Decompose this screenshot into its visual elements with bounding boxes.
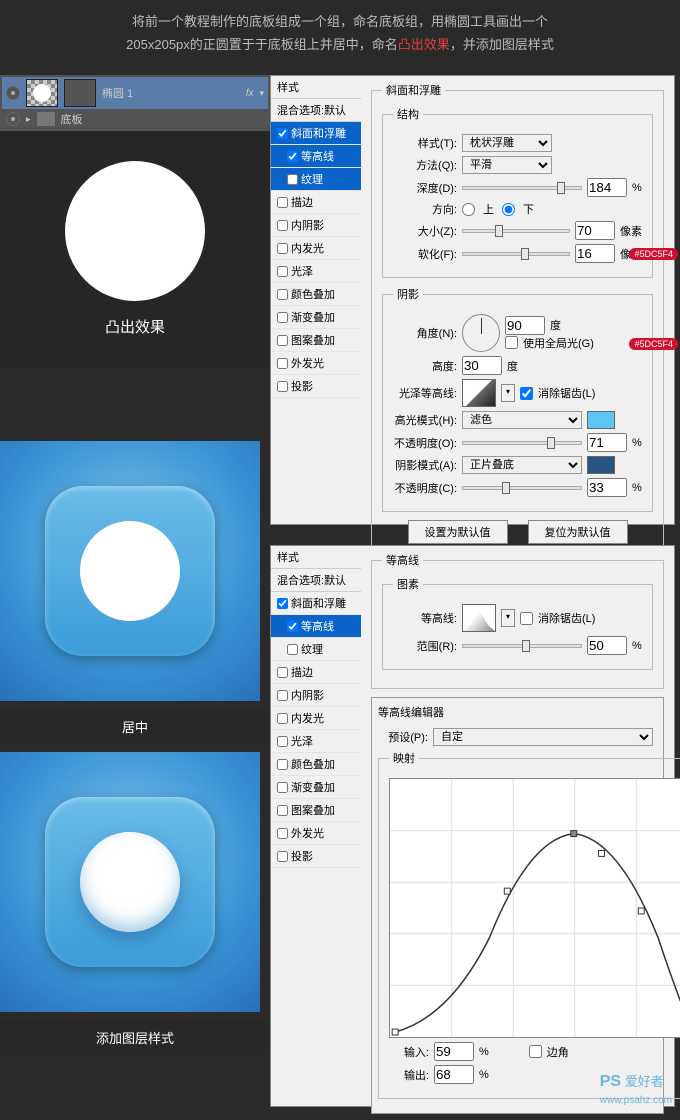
curve-editor[interactable] (389, 778, 680, 1038)
style-outer-glow[interactable]: 外发光 (271, 822, 361, 845)
instructions-text: 将前一个教程制作的底板组成一个组，命名底板组，用椭圆工具画出一个 205x205… (0, 0, 680, 67)
opacity2-input[interactable] (587, 478, 627, 497)
style-color-overlay[interactable]: 颜色叠加 (271, 283, 361, 306)
highlight-mode-select[interactable]: 滤色 (462, 411, 582, 429)
preview-centered (0, 441, 260, 701)
layer-row-ellipse[interactable]: 椭圆 1 fx ▾ (2, 77, 268, 109)
contour-picker[interactable] (462, 604, 496, 632)
style-drop-shadow[interactable]: 投影 (271, 845, 361, 868)
shadow-fieldset: 阴影 角度(N): 度 使用全局光(G) 高度:度 光泽等高线:▾消除锯齿(L)… (382, 286, 653, 512)
style-stroke[interactable]: 描边 (271, 191, 361, 214)
style-texture[interactable]: 纹理 (271, 638, 361, 661)
preset-select[interactable]: 自定 (433, 728, 653, 746)
opacity2-slider[interactable] (462, 486, 582, 490)
structure-fieldset: 结构 样式(T):枕状浮雕 方法(Q):平滑 深度(D):% 方向:上下 大小(… (382, 106, 653, 278)
contour-editor: 等高线编辑器 预设(P):自定 映射 (371, 697, 664, 1114)
soften-input[interactable] (575, 244, 615, 263)
altitude-input[interactable] (462, 356, 502, 375)
caption-centered: 居中 (0, 709, 270, 744)
dir-up-radio[interactable] (462, 203, 475, 216)
soften-slider[interactable] (462, 252, 570, 256)
style-satin[interactable]: 光泽 (271, 260, 361, 283)
dropdown-arrow-icon[interactable]: ▾ (501, 609, 515, 627)
preview-styled (0, 752, 260, 1012)
blend-options[interactable]: 混合选项:默认 (271, 569, 361, 592)
size-input[interactable] (575, 221, 615, 240)
style-inner-shadow[interactable]: 内阴影 (271, 684, 361, 707)
style-stroke[interactable]: 描边 (271, 661, 361, 684)
watermark: PS 爱好者 www.psahz.com (600, 1071, 672, 1106)
caption-styled: 添加图层样式 (0, 1020, 270, 1055)
color-tag-2: #5DC5F4 (629, 338, 678, 350)
angle-wheel[interactable] (462, 314, 500, 352)
style-inner-glow[interactable]: 内发光 (271, 707, 361, 730)
bevel-style-select[interactable]: 枕状浮雕 (462, 134, 552, 152)
layer-style-dialog-bevel: 样式 混合选项:默认 斜面和浮雕 等高线 纹理 描边 内阴影 内发光 光泽 颜色… (270, 75, 675, 525)
corner-checkbox[interactable] (529, 1045, 542, 1058)
styles-header[interactable]: 样式 (271, 76, 361, 99)
opacity1-input[interactable] (587, 433, 627, 452)
style-contour[interactable]: 等高线 (271, 615, 361, 638)
elements-fieldset: 图素 等高线:▾消除锯齿(L) 范围(R):% (382, 576, 653, 670)
gloss-contour-picker[interactable] (462, 379, 496, 407)
mapping-fieldset: 映射 输入 (378, 750, 680, 1099)
layer-row-group[interactable]: ▸ 底板 (2, 109, 268, 129)
curve-output[interactable] (434, 1065, 474, 1084)
preview-label: 凸出效果 (0, 316, 270, 337)
color-tag-1: #5DC5F4 (629, 248, 678, 260)
layer-name: 椭圆 1 (102, 85, 240, 101)
reset-default-button[interactable]: 复位为默认值 (528, 520, 628, 544)
style-contour[interactable]: 等高线 (271, 145, 361, 168)
folder-icon (37, 112, 55, 126)
antialias-checkbox[interactable] (520, 612, 533, 625)
style-gradient-overlay[interactable]: 渐变叠加 (271, 776, 361, 799)
ellipse-shape (65, 161, 205, 301)
size-slider[interactable] (462, 229, 570, 233)
contour-fieldset: 等高线 图素 等高线:▾消除锯齿(L) 范围(R):% (371, 552, 664, 689)
angle-input[interactable] (505, 316, 545, 335)
chevron-right-icon[interactable]: ▸ (26, 114, 31, 125)
style-bevel[interactable]: 斜面和浮雕 (271, 592, 361, 615)
style-pattern-overlay[interactable]: 图案叠加 (271, 329, 361, 352)
style-color-overlay[interactable]: 颜色叠加 (271, 753, 361, 776)
depth-input[interactable] (587, 178, 627, 197)
curve-input[interactable] (434, 1042, 474, 1061)
fx-badge[interactable]: fx (246, 88, 254, 99)
style-outer-glow[interactable]: 外发光 (271, 352, 361, 375)
chevron-down-icon[interactable]: ▾ (259, 88, 264, 99)
highlight-color-swatch[interactable] (587, 411, 615, 429)
global-light-checkbox[interactable] (505, 336, 518, 349)
shadow-mode-select[interactable]: 正片叠底 (462, 456, 582, 474)
antialias-checkbox[interactable] (520, 387, 533, 400)
depth-slider[interactable] (462, 186, 582, 190)
styles-header[interactable]: 样式 (271, 546, 361, 569)
bevel-fieldset: 斜面和浮雕 结构 样式(T):枕状浮雕 方法(Q):平滑 深度(D):% 方向:… (371, 82, 664, 555)
canvas-preview-1: 凸出效果 (0, 131, 270, 367)
style-inner-glow[interactable]: 内发光 (271, 237, 361, 260)
dropdown-arrow-icon[interactable]: ▾ (501, 384, 515, 402)
bevel-method-select[interactable]: 平滑 (462, 156, 552, 174)
styles-list: 样式 混合选项:默认 斜面和浮雕 等高线 纹理 描边 内阴影 内发光 光泽 颜色… (271, 76, 361, 524)
range-input[interactable] (587, 636, 627, 655)
visibility-icon[interactable] (6, 112, 20, 126)
layer-name: 底板 (61, 111, 264, 127)
style-inner-shadow[interactable]: 内阴影 (271, 214, 361, 237)
styles-list: 样式 混合选项:默认 斜面和浮雕 等高线 纹理 描边 内阴影 内发光 光泽 颜色… (271, 546, 361, 1106)
style-texture[interactable]: 纹理 (271, 168, 361, 191)
style-satin[interactable]: 光泽 (271, 730, 361, 753)
style-gradient-overlay[interactable]: 渐变叠加 (271, 306, 361, 329)
layer-style-dialog-contour: 样式 混合选项:默认 斜面和浮雕 等高线 纹理 描边 内阴影 内发光 光泽 颜色… (270, 545, 675, 1107)
layers-panel: 椭圆 1 fx ▾ ▸ 底板 (0, 75, 270, 131)
shadow-color-swatch[interactable] (587, 456, 615, 474)
set-default-button[interactable]: 设置为默认值 (408, 520, 508, 544)
opacity1-slider[interactable] (462, 441, 582, 445)
visibility-icon[interactable] (6, 86, 20, 100)
dir-down-radio[interactable] (502, 203, 515, 216)
style-drop-shadow[interactable]: 投影 (271, 375, 361, 398)
style-bevel[interactable]: 斜面和浮雕 (271, 122, 361, 145)
style-pattern-overlay[interactable]: 图案叠加 (271, 799, 361, 822)
editor-title: 等高线编辑器 (378, 704, 657, 724)
blend-options[interactable]: 混合选项:默认 (271, 99, 361, 122)
range-slider[interactable] (462, 644, 582, 648)
